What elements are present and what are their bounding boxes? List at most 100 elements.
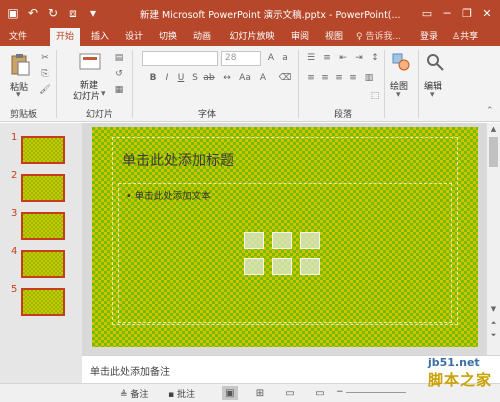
slideshow-view-icon[interactable]: ▭	[312, 386, 328, 400]
new-slide-button[interactable]	[78, 50, 102, 74]
align-center-icon[interactable]: ≡	[318, 72, 332, 84]
insert-video-icon[interactable]	[300, 258, 320, 275]
title-placeholder-text: 单击此处添加标题	[122, 153, 234, 169]
vertical-scrollbar[interactable]: ▲ ▼ ⏶ ⏷	[486, 123, 500, 355]
align-right-icon[interactable]: ≡	[332, 72, 346, 84]
slide-number: 1	[11, 132, 18, 143]
comments-toggle[interactable]: ▪ 批注	[168, 387, 195, 400]
reading-view-icon[interactable]: ▭	[282, 386, 298, 400]
sign-in-link[interactable]: 登录	[420, 28, 438, 46]
copy-icon[interactable]: ⎘	[38, 68, 52, 80]
window-controls: ▭ ─ ❐ ✕	[418, 4, 496, 22]
decrease-indent-icon[interactable]: ⇤	[336, 52, 350, 64]
close-icon[interactable]: ✕	[478, 4, 496, 22]
tab-insert[interactable]: 插入	[86, 28, 114, 46]
increase-indent-icon[interactable]: ⇥	[352, 52, 366, 64]
group-paragraph-label: 段落	[334, 110, 353, 120]
slide-thumbnail[interactable]	[21, 250, 65, 278]
insert-table-icon[interactable]	[244, 232, 264, 249]
paste-button[interactable]	[8, 50, 32, 78]
slide-thumbnail[interactable]	[21, 174, 65, 202]
ribbon-options-icon[interactable]: ▭	[418, 4, 436, 22]
reset-icon[interactable]: ↺	[112, 68, 126, 80]
justify-icon[interactable]: ≡	[346, 72, 360, 84]
share-button[interactable]: ♙共享	[452, 28, 478, 46]
customize-icon[interactable]: ▾	[84, 4, 102, 22]
decrease-font-icon[interactable]: a	[278, 52, 292, 64]
restore-icon[interactable]: ❐	[458, 4, 476, 22]
redo-icon[interactable]: ↻	[44, 4, 62, 22]
slide-thumbnail[interactable]	[21, 288, 65, 316]
bold-icon[interactable]: B	[146, 72, 160, 84]
normal-view-icon[interactable]: ▣	[222, 386, 238, 400]
watermark-site: jb51.net	[428, 356, 480, 369]
tab-slideshow[interactable]: 幻灯片放映	[224, 28, 280, 46]
slide-thumbnail[interactable]	[21, 212, 65, 240]
strikethrough-icon[interactable]: ab	[202, 72, 216, 84]
slide-sorter-icon[interactable]: ⊞	[252, 386, 268, 400]
tab-animations[interactable]: 动画	[188, 28, 216, 46]
insert-smartart-icon[interactable]	[300, 232, 320, 249]
zoom-slider[interactable]	[346, 392, 406, 393]
insert-chart-icon[interactable]	[272, 232, 292, 249]
minimize-icon[interactable]: ─	[438, 4, 456, 22]
new-slide-icon	[79, 53, 101, 70]
notes-toggle[interactable]: ≜ 备注	[120, 387, 148, 400]
slide-number: 4	[11, 246, 18, 257]
start-from-beginning-icon[interactable]: ⧈	[64, 4, 82, 22]
collapse-ribbon-icon[interactable]: ⌃	[486, 106, 494, 116]
slide-number: 5	[11, 284, 18, 295]
align-left-icon[interactable]: ≡	[304, 72, 318, 84]
previous-slide-icon[interactable]: ⏶	[487, 317, 500, 329]
watermark-brand: 脚本之家	[428, 371, 493, 389]
smartart-icon[interactable]: ⬚	[368, 90, 382, 102]
scroll-up-icon[interactable]: ▲	[487, 123, 500, 135]
insert-picture-icon[interactable]	[244, 258, 264, 275]
clear-format-icon[interactable]: ⌫	[278, 72, 292, 84]
editing-button[interactable]	[424, 50, 446, 74]
next-slide-icon[interactable]: ⏷	[487, 329, 500, 341]
change-case-icon[interactable]: Aa	[238, 72, 252, 84]
ribbon-divider	[384, 50, 385, 118]
insert-online-picture-icon[interactable]	[272, 258, 292, 275]
columns-icon[interactable]: ▥	[362, 72, 376, 84]
group-slides-label: 幻灯片	[86, 110, 114, 120]
slide-thumbnail[interactable]	[21, 136, 65, 164]
bullets-icon[interactable]: ☰	[304, 52, 318, 64]
layout-icon[interactable]: ▤	[112, 52, 126, 64]
group-font-label: 字体	[198, 110, 217, 120]
shadow-icon[interactable]: S	[188, 72, 202, 84]
increase-font-icon[interactable]: A	[264, 52, 278, 64]
drawing-dropdown-icon[interactable]: ▾	[396, 90, 401, 100]
editing-dropdown-icon[interactable]: ▾	[430, 90, 435, 100]
tab-transitions[interactable]: 切换	[154, 28, 182, 46]
scrollbar-thumb[interactable]	[489, 137, 498, 167]
font-color-icon[interactable]: A	[256, 72, 270, 84]
line-spacing-icon[interactable]: ↕	[368, 52, 382, 64]
tell-me-box[interactable]: ♀ 告诉我...	[356, 28, 401, 46]
tab-design[interactable]: 设计	[120, 28, 148, 46]
italic-icon[interactable]: I	[160, 72, 174, 84]
numbering-icon[interactable]: ≡	[320, 52, 334, 64]
tab-review[interactable]: 审阅	[286, 28, 314, 46]
font-name-combobox[interactable]	[142, 51, 218, 66]
new-slide-dropdown-icon[interactable]: ▾	[101, 89, 106, 99]
tab-home[interactable]: 开始	[50, 28, 80, 46]
notes-placeholder: 单击此处添加备注	[90, 367, 170, 378]
tab-view[interactable]: 视图	[320, 28, 348, 46]
char-spacing-icon[interactable]: ↔	[220, 72, 234, 84]
undo-icon[interactable]: ↶	[24, 4, 42, 22]
font-size-combobox[interactable]: 28	[221, 51, 261, 66]
paste-dropdown-icon[interactable]: ▾	[16, 90, 21, 100]
cut-icon[interactable]: ✂	[38, 52, 52, 64]
ribbon-tabs: 文件 开始 插入 设计 切换 动画 幻灯片放映 审阅 视图 ♀ 告诉我... 登…	[0, 28, 500, 46]
section-icon[interactable]: ▦	[112, 84, 126, 96]
scroll-down-icon[interactable]: ▼	[487, 303, 500, 315]
zoom-out-icon[interactable]: −	[336, 387, 344, 397]
format-painter-icon[interactable]: 🖌	[38, 84, 52, 96]
new-slide-label-2: 幻灯片	[73, 92, 101, 102]
save-icon[interactable]: ▣	[4, 4, 22, 22]
drawing-button[interactable]	[390, 50, 412, 74]
tab-file[interactable]: 文件	[4, 28, 32, 46]
underline-icon[interactable]: U	[174, 72, 188, 84]
